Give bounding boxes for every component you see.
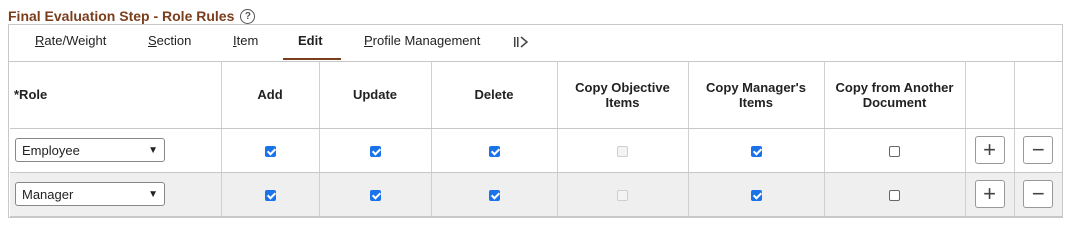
role-cell: Employee ▼ (10, 128, 222, 173)
title-row: Final Evaluation Step - Role Rules ? (8, 6, 256, 26)
tab-edit[interactable]: Edit (298, 33, 323, 48)
delete-checkbox[interactable] (488, 189, 500, 201)
chevron-down-icon: ▼ (148, 188, 158, 200)
tab-profile-management[interactable]: Profile Management (364, 33, 480, 48)
delete-row-cell: − (1014, 128, 1062, 173)
copy-another-checkbox[interactable] (889, 189, 900, 201)
tab-rate-weight[interactable]: Rate/Weight (35, 33, 106, 48)
table-row: Employee ▼ + − (10, 128, 1062, 173)
delete-checkbox[interactable] (488, 145, 500, 157)
header-copy-objective-items: Copy Objective Items (557, 62, 689, 129)
copy-manager-checkbox[interactable] (750, 145, 762, 157)
role-rules-panel: Rate/Weight Section Item Edit Profile Ma… (8, 24, 1063, 218)
role-select[interactable]: Manager ▼ (15, 182, 165, 206)
add-row-cell: + (965, 128, 1015, 173)
add-row-button[interactable]: + (974, 180, 1005, 208)
active-tab-indicator (283, 58, 341, 60)
copy-objective-cell (557, 128, 689, 173)
header-copy-from-another-document: Copy from Another Document (824, 62, 966, 129)
chevron-down-icon: ▼ (148, 144, 158, 156)
add-row-button[interactable]: + (974, 136, 1005, 164)
add-cell (221, 172, 320, 217)
help-icon[interactable]: ? (240, 8, 256, 24)
role-cell: Manager ▼ (10, 172, 222, 217)
update-checkbox[interactable] (369, 189, 381, 201)
update-checkbox[interactable] (369, 145, 381, 157)
table-header-row: *Role Add Update Delete Copy Objective I… (10, 62, 1062, 129)
copy-objective-checkbox (617, 145, 628, 157)
delete-cell (431, 128, 558, 173)
add-checkbox[interactable] (264, 145, 276, 157)
role-select-value: Manager (22, 186, 74, 202)
tab-section[interactable]: Section (148, 33, 191, 48)
add-checkbox[interactable] (264, 189, 276, 201)
copy-manager-cell (688, 172, 825, 217)
show-all-columns-icon[interactable] (514, 35, 530, 49)
copy-another-cell (824, 172, 966, 217)
role-select[interactable]: Employee ▼ (15, 138, 165, 162)
header-delete-row (1014, 62, 1062, 129)
update-cell (319, 128, 432, 173)
header-add: Add (221, 62, 320, 129)
show-all-columns-icon-graphic (514, 36, 529, 48)
add-cell (221, 128, 320, 173)
header-copy-managers-items: Copy Manager's Items (688, 62, 825, 129)
tab-bar: Rate/Weight Section Item Edit Profile Ma… (9, 25, 1062, 62)
header-add-row (965, 62, 1015, 129)
role-rules-table: *Role Add Update Delete Copy Objective I… (10, 62, 1062, 217)
tab-item[interactable]: Item (233, 33, 258, 48)
role-select-value: Employee (22, 142, 80, 158)
update-cell (319, 172, 432, 217)
header-update: Update (319, 62, 432, 129)
header-role: *Role (10, 62, 222, 129)
add-row-cell: + (965, 172, 1015, 217)
delete-row-button[interactable]: − (1023, 136, 1054, 164)
delete-row-button[interactable]: − (1023, 180, 1054, 208)
copy-manager-checkbox[interactable] (750, 189, 762, 201)
header-delete: Delete (431, 62, 558, 129)
page-title: Final Evaluation Step - Role Rules (8, 8, 235, 24)
copy-manager-cell (688, 128, 825, 173)
copy-another-cell (824, 128, 966, 173)
copy-another-checkbox[interactable] (889, 145, 900, 157)
copy-objective-cell (557, 172, 689, 217)
delete-row-cell: − (1014, 172, 1062, 217)
delete-cell (431, 172, 558, 217)
table-row: Manager ▼ + − (10, 172, 1062, 217)
copy-objective-checkbox (617, 189, 628, 201)
